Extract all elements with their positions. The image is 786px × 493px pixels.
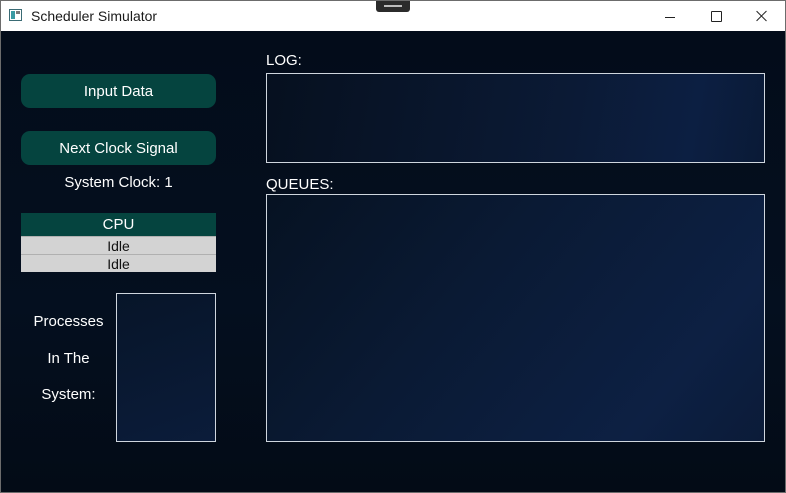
system-clock-label: System Clock: 1 — [64, 174, 173, 191]
cpu-table: CPU Idle Idle — [21, 213, 216, 272]
cpu-core-status: Idle — [21, 254, 216, 272]
input-data-button[interactable]: Input Data — [21, 74, 216, 108]
snap-layout-handle[interactable] — [376, 1, 410, 12]
window-title: Scheduler Simulator — [31, 8, 158, 24]
app-window: Scheduler Simulator Input Data Next Cloc… — [0, 0, 786, 493]
log-label: LOG: — [266, 52, 302, 69]
minimize-button[interactable] — [647, 1, 693, 31]
queues-label: QUEUES: — [266, 176, 334, 193]
maximize-button[interactable] — [693, 1, 739, 31]
title-bar[interactable]: Scheduler Simulator — [1, 1, 785, 31]
processes-label-line: System: — [41, 386, 96, 403]
processes-list-panel[interactable] — [116, 293, 216, 442]
processes-label-line: In The — [47, 350, 90, 367]
maximize-icon — [710, 10, 722, 22]
log-panel[interactable] — [266, 73, 765, 163]
app-icon — [9, 9, 22, 21]
close-button[interactable] — [739, 1, 785, 31]
minimize-icon — [665, 16, 675, 18]
queues-panel[interactable] — [266, 194, 765, 442]
cpu-core-status: Idle — [21, 236, 216, 254]
next-clock-signal-button[interactable]: Next Clock Signal — [21, 131, 216, 165]
client-area: Input Data Next Clock Signal System Cloc… — [1, 31, 785, 492]
cpu-header: CPU — [21, 213, 216, 236]
processes-label-line: Processes — [33, 313, 104, 330]
close-icon — [756, 10, 768, 22]
